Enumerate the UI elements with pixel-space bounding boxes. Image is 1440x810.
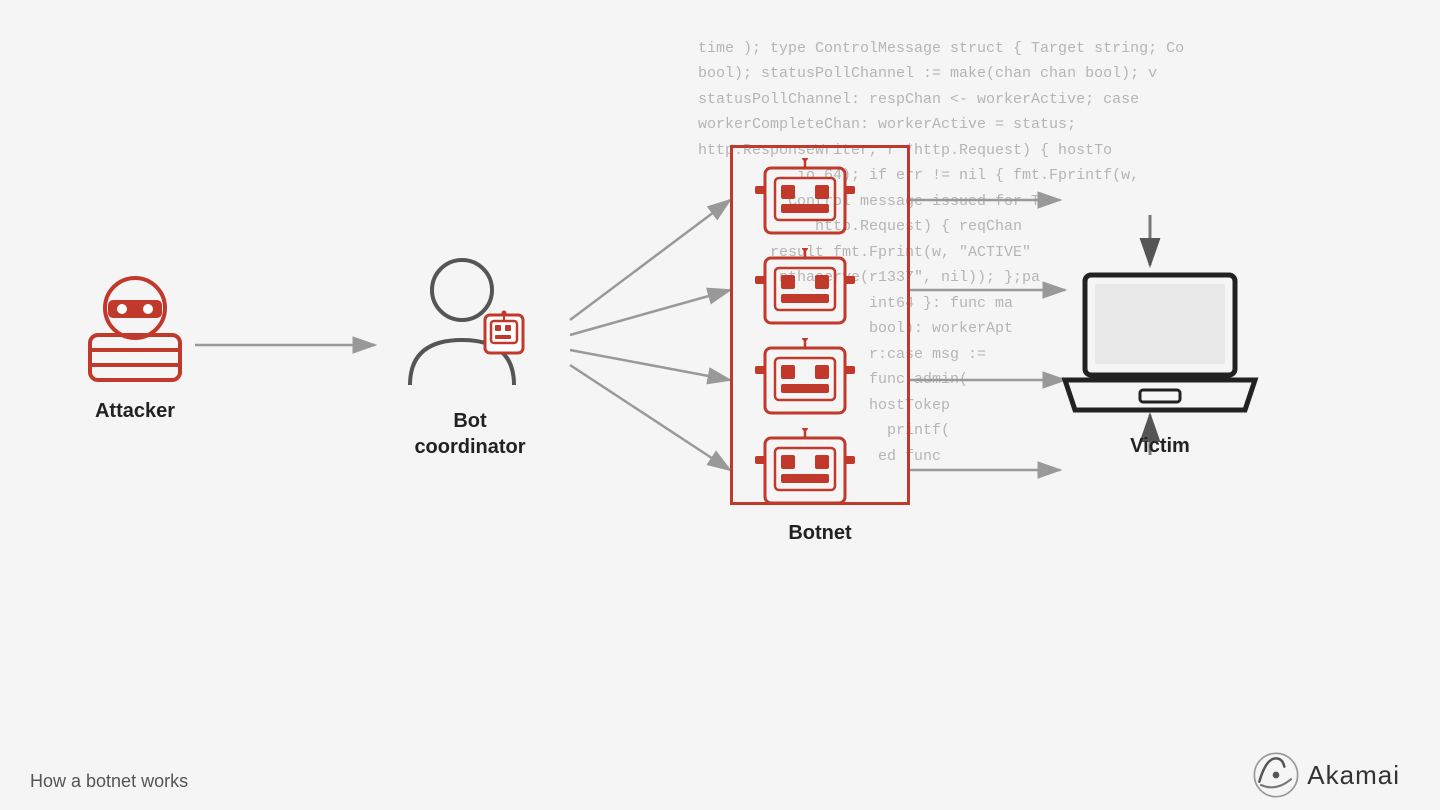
victim-label: Victim: [1130, 433, 1190, 459]
attacker-node: Attacker: [70, 250, 200, 424]
victim-icon: [1060, 270, 1260, 425]
bot-1: [745, 158, 895, 253]
bot-4-icon: [745, 428, 895, 518]
akamai-logo: Akamai: [1251, 750, 1400, 800]
bot-3-icon: [745, 338, 895, 428]
bot-coordinator-icon: [390, 245, 550, 400]
botnet-label: Botnet: [730, 520, 910, 546]
bot-coordinator-label: Bot coordinator: [414, 408, 525, 460]
victim-node: Victim: [1060, 270, 1260, 459]
bot-coordinator-node: Bot coordinator: [390, 245, 550, 460]
attacker-label: Attacker: [95, 398, 175, 424]
attacker-icon: [70, 250, 200, 390]
akamai-text: Akamai: [1307, 760, 1400, 791]
bot-2: [745, 248, 895, 343]
bot-4: [745, 428, 895, 523]
bot-1-icon: [745, 158, 895, 248]
bot-2-icon: [745, 248, 895, 338]
bot-3: [745, 338, 895, 433]
akamai-icon: [1251, 750, 1301, 800]
caption: How a botnet works: [30, 771, 188, 792]
